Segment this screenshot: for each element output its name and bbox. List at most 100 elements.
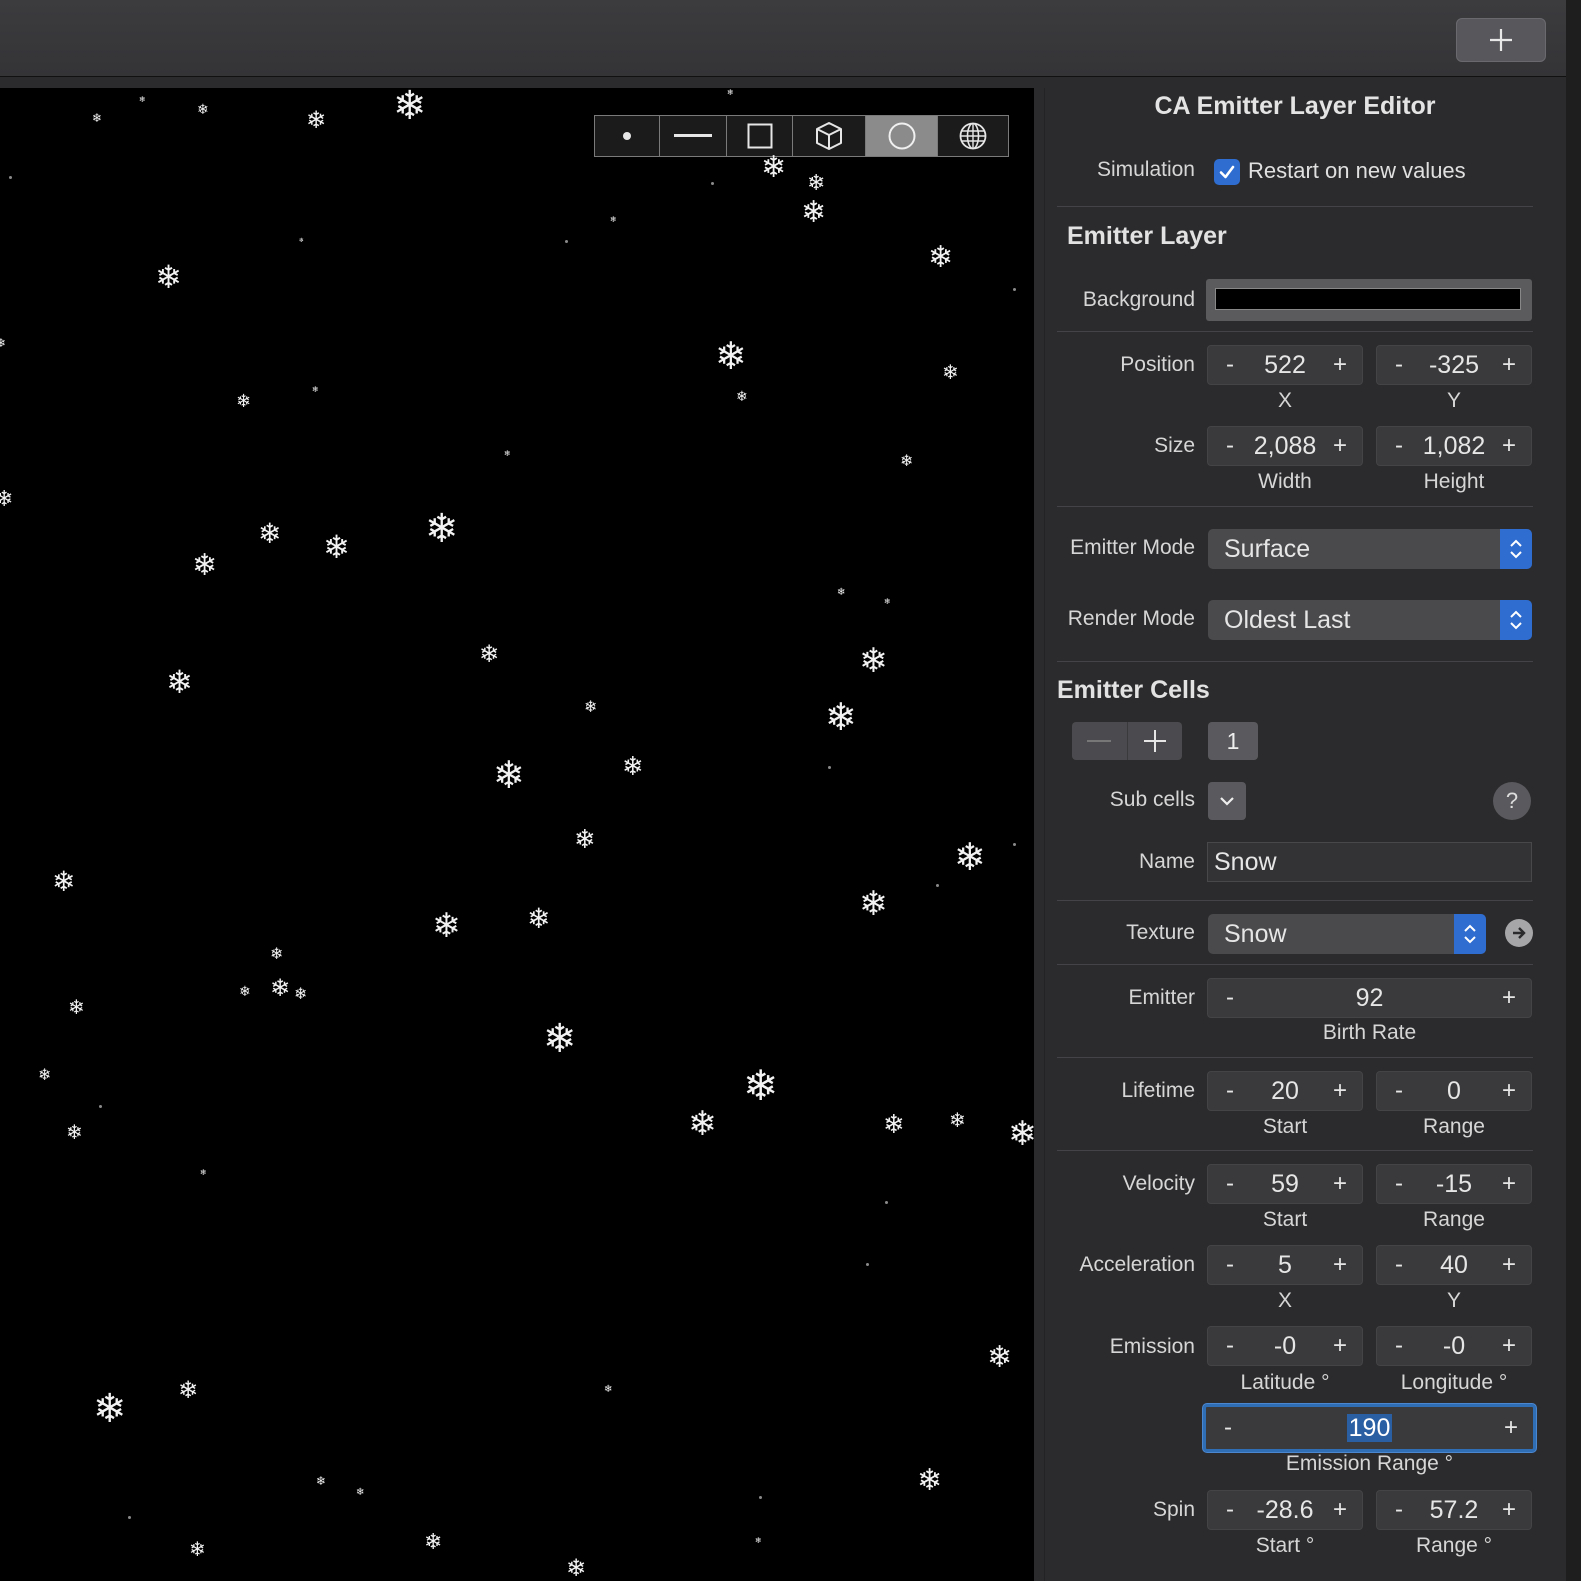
increment-button[interactable]: + [1487,1170,1531,1198]
decrement-button[interactable]: - [1377,1251,1421,1279]
minus-icon [1087,740,1112,742]
add-cell-button[interactable] [1128,722,1183,760]
birth-rate-stepper[interactable]: - 92 + [1207,978,1532,1018]
increment-button[interactable]: + [1318,1496,1362,1524]
emission-range-field[interactable]: 190 [1250,1413,1489,1443]
decrement-button[interactable]: - [1208,984,1252,1012]
emitter-label: Emitter [1128,986,1195,1009]
decrement-button[interactable]: - [1208,1170,1252,1198]
position-y-value[interactable]: -325 [1421,351,1487,380]
position-x-stepper[interactable]: - 522 + [1207,345,1363,385]
increment-button[interactable]: + [1487,432,1531,460]
decrement-button[interactable]: - [1377,432,1421,460]
velocity-start-stepper[interactable]: - 59 + [1207,1164,1363,1204]
shape-line-button[interactable] [660,116,727,156]
restart-checkbox-label[interactable]: Restart on new values [1248,158,1466,184]
emission-longitude-stepper[interactable]: - -0 + [1376,1326,1532,1366]
sub-cells-label: Sub cells [1109,788,1195,811]
lifetime-range-stepper[interactable]: - 0 + [1376,1071,1532,1111]
increment-button[interactable]: + [1487,1496,1531,1524]
updown-arrows-icon [1500,529,1532,569]
decrement-button[interactable]: - [1206,1414,1250,1442]
decrement-button[interactable]: - [1377,1077,1421,1105]
decrement-button[interactable]: - [1208,1077,1252,1105]
help-button[interactable]: ? [1493,782,1531,820]
increment-button[interactable]: + [1318,432,1362,460]
emitter-preview-canvas[interactable]: ❄ ❄ ❄ ❄ ❄ ❄ ❄ ❄ ❄ ❄ ❄ ❄ ❄ ❄ ❄ ❄ ❄ ❄ ❄ ❄ ❄ ❄ ❄ ❄ ❄ ❄ ❄ ❄ ❄ ❄ ❄ ❄ ❄ ❄ ❄ ❄ ❄ ❄ ❄ ❄… [0,88,1034,1581]
increment-button[interactable]: + [1487,1251,1531,1279]
lifetime-start-value[interactable]: 20 [1252,1077,1318,1106]
decrement-button[interactable]: - [1208,351,1252,379]
snowflake-particle: ❄ [200,1168,207,1177]
emission-latitude-stepper[interactable]: - -0 + [1207,1326,1363,1366]
decrement-button[interactable]: - [1377,1496,1421,1524]
snowflake-particle: ❄ [270,974,291,1002]
decrement-button[interactable]: - [1208,432,1252,460]
increment-button[interactable]: + [1487,351,1531,379]
snowflake-particle: ❄ [299,237,305,244]
texture-popup[interactable]: Snow [1208,914,1486,954]
increment-button[interactable]: + [1318,1170,1362,1198]
increment-button[interactable]: + [1487,984,1531,1012]
chevron-down-icon [1220,797,1234,806]
remove-cell-button[interactable] [1072,722,1128,760]
snowflake-particle: ❄ [527,902,551,935]
spin-range-stepper[interactable]: - 57.2 + [1376,1490,1532,1530]
decrement-button[interactable]: - [1208,1251,1252,1279]
increment-button[interactable]: + [1487,1332,1531,1360]
velocity-start-value[interactable]: 59 [1252,1170,1318,1199]
shape-sphere-button[interactable] [938,116,1008,156]
snowflake-particle: ❄ [837,587,846,598]
acceleration-y-stepper[interactable]: - 40 + [1376,1245,1532,1285]
emission-latitude-value[interactable]: -0 [1252,1332,1318,1361]
emission-range-value[interactable]: 190 [1346,1413,1393,1442]
increment-button[interactable]: + [1318,1077,1362,1105]
velocity-range-stepper[interactable]: - -15 + [1376,1164,1532,1204]
size-height-stepper[interactable]: - 1,082 + [1376,426,1532,466]
decrement-button[interactable]: - [1377,1332,1421,1360]
acceleration-y-value[interactable]: 40 [1421,1251,1487,1280]
snowflake-particle: ❄ [917,1463,943,1498]
background-color-well[interactable] [1206,279,1532,321]
emission-range-stepper[interactable]: - 190 + [1203,1404,1536,1452]
render-mode-popup[interactable]: Oldest Last [1208,600,1532,640]
decrement-button[interactable]: - [1208,1332,1252,1360]
birth-rate-value[interactable]: 92 [1252,984,1487,1013]
shape-point-button[interactable] [595,116,660,156]
decrement-button[interactable]: - [1377,1170,1421,1198]
circle-icon [888,122,915,150]
increment-button[interactable]: + [1318,351,1362,379]
snowflake-particle: ❄ [715,334,747,378]
velocity-range-value[interactable]: -15 [1421,1170,1487,1199]
shape-circle-button[interactable] [866,116,938,156]
cell-count-button[interactable]: 1 [1208,722,1258,760]
increment-button[interactable]: + [1318,1251,1362,1279]
position-y-stepper[interactable]: - -325 + [1376,345,1532,385]
decrement-button[interactable]: - [1208,1496,1252,1524]
shape-cuboid-button[interactable] [793,116,866,156]
emission-longitude-value[interactable]: -0 [1421,1332,1487,1361]
size-width-value[interactable]: 2,088 [1252,432,1318,461]
name-field[interactable]: Snow [1207,842,1532,882]
spin-label: Spin [1152,1498,1195,1521]
increment-button[interactable]: + [1487,1077,1531,1105]
emitter-mode-popup[interactable]: Surface [1208,529,1532,569]
acceleration-x-stepper[interactable]: - 5 + [1207,1245,1363,1285]
spin-range-value[interactable]: 57.2 [1421,1496,1487,1525]
restart-checkbox[interactable] [1214,159,1240,185]
spin-start-stepper[interactable]: - -28.6 + [1207,1490,1363,1530]
increment-button[interactable]: + [1489,1414,1533,1442]
acceleration-x-value[interactable]: 5 [1252,1251,1318,1280]
lifetime-range-value[interactable]: 0 [1421,1077,1487,1106]
increment-button[interactable]: + [1318,1332,1362,1360]
decrement-button[interactable]: - [1377,351,1421,379]
snowflake-particle: ❄ [312,385,319,394]
texture-open-button[interactable] [1505,919,1533,947]
add-button[interactable] [1456,18,1546,62]
sub-cells-disclosure-button[interactable] [1208,782,1246,820]
position-x-value[interactable]: 522 [1252,351,1318,380]
lifetime-start-stepper[interactable]: - 20 + [1207,1071,1363,1111]
size-width-stepper[interactable]: - 2,088 + [1207,426,1363,466]
size-height-value[interactable]: 1,082 [1421,432,1487,461]
spin-start-value[interactable]: -28.6 [1252,1496,1318,1525]
